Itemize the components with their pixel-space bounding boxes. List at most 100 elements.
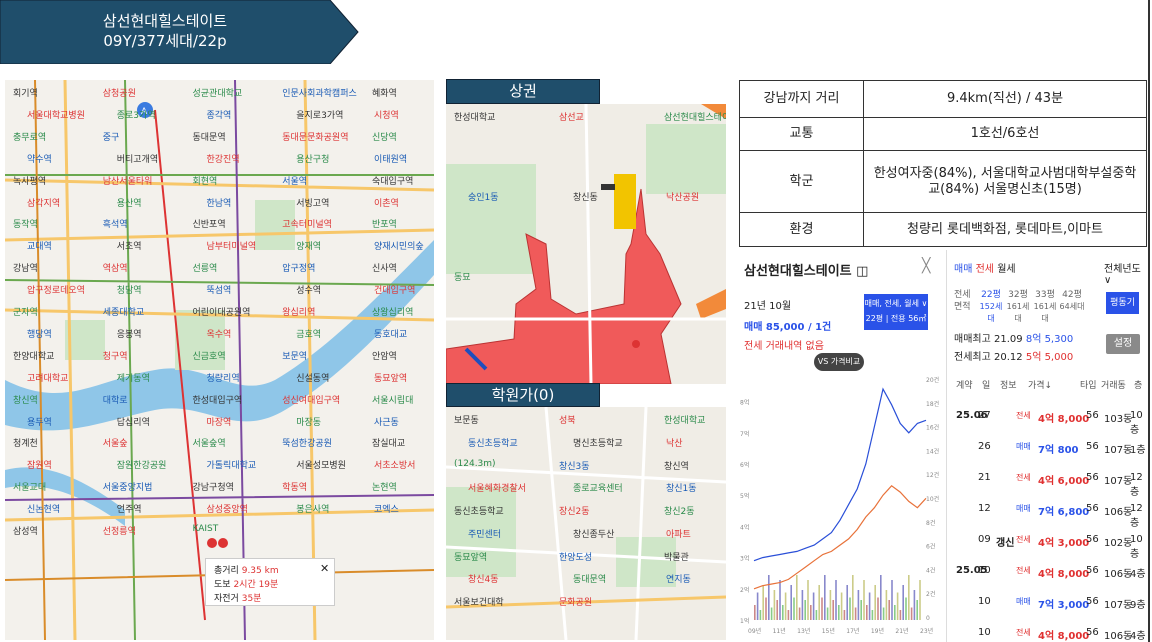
map-label: 청량리역 — [206, 373, 240, 384]
table-row[interactable]: 09 갱신 전세 4억 3,000 56 102동 10층 — [956, 534, 1148, 562]
map-label: 신당역 — [372, 132, 397, 143]
table-row[interactable]: 10 매매 7억 3,000 56 107동 9층 — [956, 596, 1148, 624]
volume-bar — [784, 592, 787, 620]
volume-bar — [829, 590, 832, 620]
map-label: 잠원한강공원 — [116, 461, 167, 472]
volume-bar — [891, 580, 893, 620]
volume-bar — [756, 592, 759, 620]
map-label: 회기역 — [13, 89, 38, 99]
cell-dong: 107동 — [1104, 476, 1133, 487]
map-label: 강남역 — [13, 264, 38, 275]
table-row[interactable]: 26 매매 7억 800 56 107동 1층 — [956, 441, 1148, 469]
cell-dong: 106동 — [1104, 631, 1133, 642]
cell-type: 매매 — [1016, 597, 1031, 606]
map-label: 낙산 — [666, 438, 683, 449]
volume-bar — [908, 575, 910, 620]
map-label: 숭인1동 — [468, 193, 499, 203]
map-label: 성수역 — [296, 286, 322, 297]
volume-bar — [776, 600, 778, 620]
sanggwon-map[interactable]: 한성대학교 삼선교 삼선현대힐스테이트숭인1동 창신동 낙산공원동묘 — [446, 104, 726, 384]
cell-price: 4억 6,000 — [1038, 476, 1090, 487]
y-right-tick: 4건 — [926, 566, 935, 574]
volume-bar — [815, 610, 818, 620]
map-label: 한성대학교 — [664, 416, 706, 426]
y-left-tick: 6억 — [740, 461, 749, 469]
map-label: 서울교대 — [13, 483, 47, 494]
panel-tabs: 매매 전세 월세 — [954, 260, 1016, 275]
map-label: 혜화역 — [372, 89, 397, 99]
map-label: 역삼역 — [102, 264, 128, 275]
deal-sale: 매매 85,000 / 1건 — [744, 322, 832, 333]
map-label: 약수역 — [27, 154, 52, 165]
map-label: 충무로역 — [13, 132, 47, 143]
col-header[interactable]: 가격↓ — [1028, 378, 1052, 391]
map-label: 대학로 — [102, 395, 128, 406]
map-label: 사근동 — [374, 417, 399, 428]
map-label: 서울시립대 — [372, 395, 414, 406]
hakwon-map[interactable]: 보문동 성북 한성대학교 동신초등학교 명신초등학교 낙산 (124.3m) 창신3동 창신역 서… — [446, 407, 726, 640]
volume-bar — [882, 607, 885, 620]
volume-bar — [835, 580, 837, 620]
map-label: 성균관대학교 — [192, 89, 243, 99]
table-row[interactable]: 25.05 10 전세 4억 8,000 56 106동 4층 — [956, 565, 1148, 593]
info-key: 학군 — [739, 150, 864, 213]
table-header: 계약 일 정보 가격↓ 타입 거래동 층 — [956, 378, 1148, 392]
volume-bar — [846, 585, 848, 620]
col-header[interactable]: 일 — [982, 378, 990, 391]
col-header[interactable]: 타입 — [1080, 378, 1097, 391]
y-right-tick: 14건 — [926, 447, 939, 455]
panel-close-icon[interactable]: ╳ — [922, 258, 930, 274]
map-label: 뚝섬한강공원 — [282, 439, 332, 450]
route-map[interactable]: A 회기역 삼청공원 성균관대학교 인문사회과학캠퍼스 혜화역 서울대학교병원 종로3가역 종… — [5, 80, 434, 640]
cell-sz: 56 — [1086, 627, 1099, 638]
cell-type: 전세 — [1016, 628, 1031, 637]
pyeong-button[interactable]: 평동기 — [1106, 292, 1139, 314]
map-label: 서울대학교병원 — [27, 110, 85, 121]
popup-close-icon[interactable]: ✕ — [320, 562, 329, 575]
cell-type: 매매 — [1016, 504, 1031, 513]
tab-sale[interactable]: 매매 — [954, 264, 972, 275]
map-label: 동대문문화공원역 — [282, 132, 349, 143]
table-row[interactable]: 12 매매 7억 6,800 56 106동 12층 — [956, 503, 1148, 531]
year-select[interactable]: 전체년도 ∨ — [1104, 260, 1148, 286]
price-chart[interactable]: 8억 7억 6억 5억 4억 3억 2억 1억 20건 18건 16건 14건 12건 10건 8건 6건 4건… — [740, 372, 940, 637]
map-label: 서울중앙지법 — [102, 483, 153, 494]
compare-button[interactable]: VS 가격비교 — [814, 353, 864, 371]
size-tab[interactable]: 42평 64세대 — [1059, 289, 1085, 313]
table-row[interactable]: 25.06 27 전세 4억 8,000 56 103동 10층 — [956, 410, 1148, 438]
deal-date: 21년 10월 — [744, 301, 792, 312]
popup-row: 자전거 35분 — [214, 594, 262, 604]
map-label: 압구정로데오역 — [27, 286, 85, 297]
high-sale: 매매최고 21.09 8억 5,300 — [954, 334, 1074, 345]
filter-button[interactable]: 매매, 전세, 월세 ∨ 22평 | 전용 56㎡ — [864, 294, 928, 330]
setting-button[interactable]: 설정 — [1106, 334, 1140, 354]
map-label: 동신초등학교 — [468, 438, 518, 449]
map-label: 종각역 — [206, 110, 232, 121]
volume-bar — [812, 592, 815, 620]
x-tick: 17년 — [846, 627, 859, 635]
col-header[interactable]: 층 — [1134, 378, 1142, 391]
col-header[interactable]: 정보 — [1000, 378, 1017, 391]
cell-fl: 12층 — [1130, 472, 1143, 498]
col-header[interactable]: 거래동 — [1101, 378, 1126, 391]
cell-fl: 10층 — [1130, 534, 1143, 560]
tab-lease[interactable]: 전세 — [976, 264, 994, 275]
tab-rent[interactable]: 월세 — [997, 264, 1015, 275]
map-label: 명신초등학교 — [573, 438, 623, 449]
volume-bar — [857, 590, 860, 620]
size-tab[interactable]: 32평 161세대 — [1005, 289, 1031, 325]
volume-bar — [902, 585, 904, 620]
col-header[interactable]: 계약 — [956, 378, 973, 391]
size-tab[interactable]: 33평 161세대 — [1032, 289, 1058, 325]
y-left-tick: 5억 — [740, 492, 749, 500]
map-icon[interactable]: ◫ — [856, 264, 868, 279]
x-tick: 19년 — [871, 627, 884, 635]
sanggwon-base — [446, 104, 726, 384]
volume-bar — [821, 597, 823, 620]
size-tab[interactable]: 22평 152세대 — [978, 289, 1004, 325]
map-label: 보문역 — [282, 351, 308, 362]
volume-bar — [866, 605, 868, 620]
table-row[interactable]: 10 전세 4억 8,000 56 106동 4층 — [956, 627, 1148, 642]
y-right-tick: 2건 — [926, 590, 935, 598]
table-row[interactable]: 21 전세 4억 6,000 56 107동 12층 — [956, 472, 1148, 500]
